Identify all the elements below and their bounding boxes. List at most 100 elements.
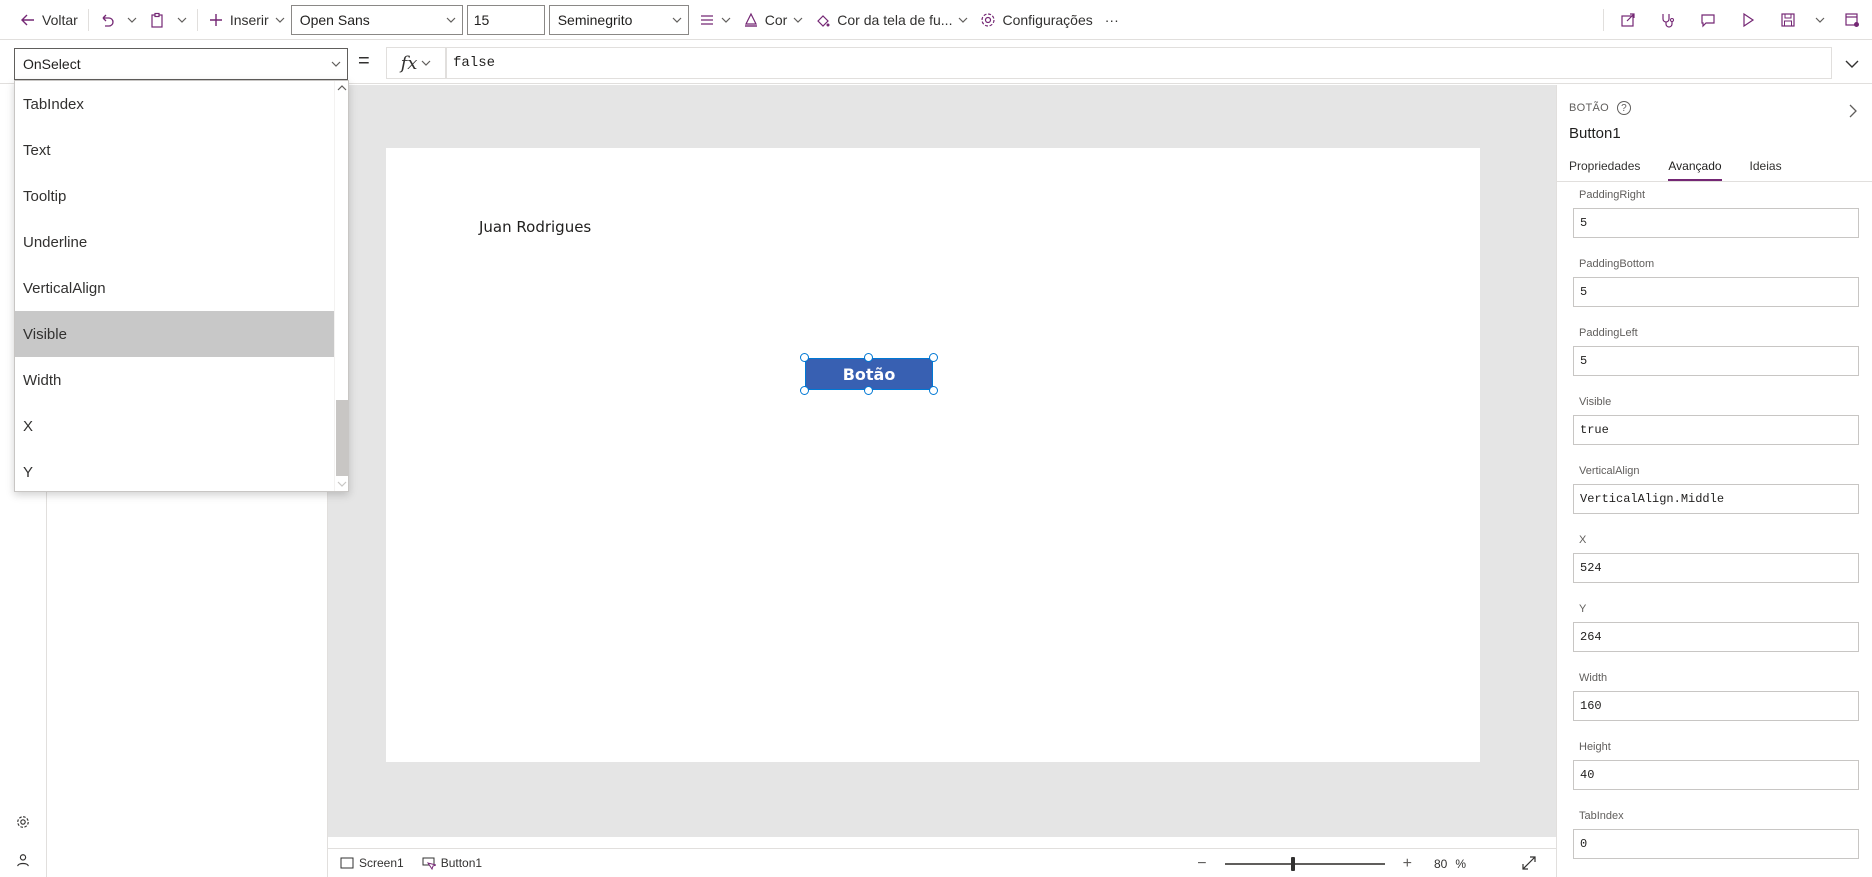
property-value-input[interactable]: 5 bbox=[1573, 277, 1859, 307]
property-value-input[interactable]: true bbox=[1573, 415, 1859, 445]
name-label[interactable]: Juan Rodrigues bbox=[479, 218, 591, 236]
breadcrumb-label: Button1 bbox=[440, 856, 483, 870]
plus-icon bbox=[209, 13, 222, 26]
tab-ideas[interactable]: Ideias bbox=[1750, 159, 1782, 181]
property-visible: Visible true bbox=[1573, 396, 1861, 445]
dropdown-item-width[interactable]: Width bbox=[15, 357, 335, 403]
app-checker-button[interactable] bbox=[1648, 0, 1688, 40]
back-button[interactable]: Voltar bbox=[14, 0, 84, 40]
dropdown-item-y[interactable]: Y bbox=[15, 449, 335, 491]
font-size-input[interactable]: 15 bbox=[466, 4, 545, 35]
tab-properties[interactable]: Propriedades bbox=[1569, 159, 1640, 181]
control-name[interactable]: Button1 bbox=[1569, 125, 1621, 142]
formula-text: false bbox=[453, 55, 496, 71]
property-dropdown-list: TabIndex Text Tooltip Underline Vertical… bbox=[14, 80, 349, 492]
zoom-slider-thumb[interactable] bbox=[1290, 856, 1295, 871]
share-button[interactable] bbox=[1608, 0, 1648, 40]
resize-handle[interactable] bbox=[864, 386, 873, 395]
control-type-label: BOTÃO bbox=[1569, 102, 1610, 114]
help-icon[interactable]: ? bbox=[1617, 101, 1632, 115]
dropdown-item-tooltip[interactable]: Tooltip bbox=[15, 173, 335, 219]
zoom-in-button[interactable]: + bbox=[1403, 855, 1412, 873]
property-value-input[interactable]: 524 bbox=[1573, 553, 1859, 583]
zoom-unit: % bbox=[1455, 856, 1466, 871]
property-value-input[interactable]: 264 bbox=[1573, 622, 1859, 652]
property-x: X 524 bbox=[1573, 534, 1861, 583]
collapse-pane-button[interactable] bbox=[1848, 103, 1858, 122]
font-family-select[interactable]: Open Sans bbox=[290, 4, 463, 35]
color-label: Cor bbox=[764, 11, 788, 28]
save-menu-button[interactable] bbox=[1808, 0, 1832, 40]
insert-button[interactable]: Inserir bbox=[202, 0, 291, 40]
align-button[interactable] bbox=[693, 0, 737, 40]
paste-menu-button[interactable] bbox=[171, 0, 193, 40]
property-value-input[interactable]: 0 bbox=[1573, 829, 1859, 859]
comments-button[interactable] bbox=[1688, 0, 1728, 40]
gear-icon bbox=[981, 12, 996, 27]
font-family-value: Open Sans bbox=[299, 11, 370, 28]
dropdown-item-verticalalign[interactable]: VerticalAlign bbox=[15, 265, 335, 311]
clipboard-icon bbox=[151, 12, 163, 28]
font-weight-select[interactable]: Seminegrito bbox=[548, 4, 689, 35]
resize-handle[interactable] bbox=[929, 386, 938, 395]
chevron-down-icon bbox=[127, 17, 137, 23]
resize-handle[interactable] bbox=[800, 353, 809, 362]
chevron-down-icon bbox=[1845, 60, 1859, 68]
property-label: Height bbox=[1579, 741, 1611, 753]
property-value-input[interactable]: VerticalAlign.Middle bbox=[1573, 484, 1859, 514]
share-icon bbox=[1621, 13, 1635, 27]
undo-menu-button[interactable] bbox=[121, 0, 143, 40]
dropdown-item-x[interactable]: X bbox=[15, 403, 335, 449]
resize-handle[interactable] bbox=[864, 353, 873, 362]
breadcrumb-screen[interactable]: Screen1 bbox=[340, 856, 404, 870]
screen-color-button[interactable]: Cor da tela de fu... bbox=[809, 0, 974, 40]
expand-icon bbox=[1522, 856, 1536, 870]
account-rail-button[interactable] bbox=[13, 850, 33, 870]
chevron-down-icon bbox=[446, 17, 456, 23]
property-paddingleft: PaddingLeft 5 bbox=[1573, 327, 1861, 376]
dropdown-scrollbar[interactable] bbox=[334, 81, 348, 491]
publish-button[interactable] bbox=[1832, 0, 1872, 40]
chevron-right-icon bbox=[1849, 104, 1857, 118]
color-button[interactable]: Cor bbox=[737, 0, 810, 40]
property-value-input[interactable]: 40 bbox=[1573, 760, 1859, 790]
property-select[interactable]: OnSelect bbox=[14, 48, 348, 80]
more-button[interactable]: ··· bbox=[1099, 0, 1125, 40]
zoom-out-button[interactable]: − bbox=[1197, 855, 1206, 873]
property-width: Width 160 bbox=[1573, 672, 1861, 721]
resize-handle[interactable] bbox=[929, 353, 938, 362]
dropdown-item-tabindex[interactable]: TabIndex bbox=[15, 81, 335, 127]
dropdown-item-visible[interactable]: Visible bbox=[15, 311, 335, 357]
preview-button[interactable] bbox=[1728, 0, 1768, 40]
property-label: Y bbox=[1579, 603, 1587, 615]
property-value-input[interactable]: 160 bbox=[1573, 691, 1859, 721]
settings-button[interactable]: Configurações bbox=[974, 0, 1098, 40]
app-screen[interactable]: Juan Rodrigues Botão bbox=[386, 148, 1480, 762]
tab-advanced[interactable]: Avançado bbox=[1668, 159, 1722, 181]
scrollbar-thumb[interactable] bbox=[336, 400, 348, 476]
paste-button[interactable] bbox=[143, 0, 171, 40]
save-button[interactable] bbox=[1768, 0, 1808, 40]
status-bar: Screen1 Button1 − + 80 % bbox=[328, 848, 1556, 877]
fit-to-window-button[interactable] bbox=[1522, 856, 1536, 873]
property-value-input[interactable]: 5 bbox=[1573, 346, 1859, 376]
dropdown-item-underline[interactable]: Underline bbox=[15, 219, 335, 265]
undo-button[interactable] bbox=[93, 0, 121, 40]
function-button[interactable]: fx bbox=[386, 47, 446, 79]
formula-input[interactable]: false bbox=[446, 47, 1832, 79]
chevron-down-icon bbox=[793, 17, 803, 23]
properties-pane: BOTÃO ? Button1 Propriedades Avançado Id… bbox=[1556, 85, 1872, 877]
screen-color-label: Cor da tela de fu... bbox=[837, 11, 953, 28]
resize-handle[interactable] bbox=[800, 386, 809, 395]
chevron-down-icon bbox=[959, 17, 968, 23]
publish-icon bbox=[1845, 13, 1859, 27]
property-label: X bbox=[1579, 534, 1587, 546]
chevron-down-icon bbox=[1815, 17, 1825, 23]
zoom-slider[interactable] bbox=[1224, 856, 1385, 871]
formula-expand-button[interactable] bbox=[1838, 52, 1866, 76]
settings-rail-button[interactable] bbox=[13, 812, 33, 832]
property-value-input[interactable]: 5 bbox=[1573, 208, 1859, 238]
dropdown-item-text[interactable]: Text bbox=[15, 127, 335, 173]
button-control-icon bbox=[422, 857, 436, 870]
breadcrumb-control[interactable]: Button1 bbox=[422, 856, 482, 870]
